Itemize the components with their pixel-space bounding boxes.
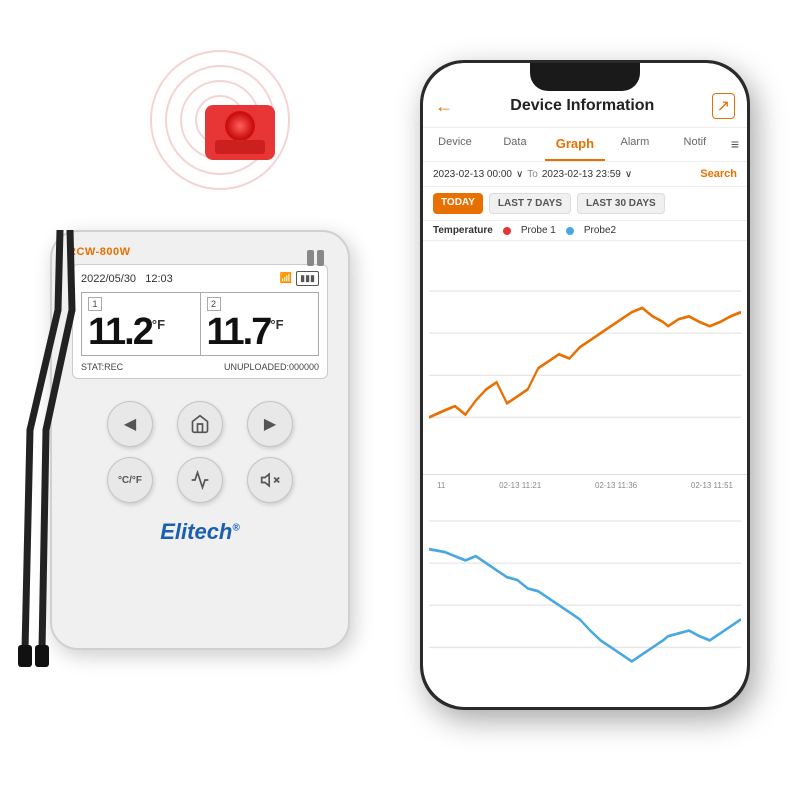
nav-data[interactable]: Data: [485, 128, 545, 161]
chart-area-top: 11 02-13 11:21 02-13 11:36 02-13 11:51: [423, 245, 747, 475]
phone-screen: ← Device Information ↗ Device Data Graph…: [423, 63, 747, 707]
btn-sound[interactable]: [247, 457, 293, 503]
date-from: 2023-02-13 00:00: [433, 169, 512, 180]
value-row-2: 11.7 °F: [207, 313, 313, 351]
legend-title: Temperature: [433, 225, 493, 236]
nav-device[interactable]: Device: [425, 128, 485, 161]
filter-today[interactable]: TODAY: [433, 193, 483, 214]
battery-icon: ▮▮▮: [296, 271, 319, 286]
nav-alarm[interactable]: Alarm: [605, 128, 665, 161]
scene: RCW-800W 2022/05/30 12:03 📶 ▮▮▮: [0, 0, 800, 800]
filter-row: TODAY LAST 7 DAYS LAST 30 DAYS: [423, 187, 747, 221]
channel2-label: 2: [207, 297, 221, 311]
app-title: Device Information: [510, 97, 654, 115]
reading-unit-2: °F: [270, 317, 283, 332]
indicator-dots: [307, 250, 324, 266]
reading-unit-1: °F: [152, 317, 165, 332]
phone-container: ← Device Information ↗ Device Data Graph…: [420, 60, 750, 710]
chart-svg-bottom: [429, 479, 741, 704]
probe1-label: Probe 1: [521, 225, 556, 236]
app-nav: Device Data Graph Alarm Notif ≡: [423, 128, 747, 162]
alarm-icon: [205, 105, 275, 160]
wifi-icon: 📶: [280, 273, 292, 284]
device-buttons: ◀ ▶ °C/°F: [107, 401, 293, 503]
dot-bar-2: [317, 250, 324, 266]
app-export-button[interactable]: ↗: [712, 93, 735, 119]
probe2-label: Probe2: [584, 225, 616, 236]
button-row-1: ◀ ▶: [107, 401, 293, 447]
legend-row: Temperature Probe 1 Probe2: [423, 221, 747, 241]
screen-icons: 📶 ▮▮▮: [280, 271, 319, 286]
btn-chart[interactable]: [177, 457, 223, 503]
reading-value-2: 11.7: [207, 313, 271, 351]
button-row-2: °C/°F: [107, 457, 293, 503]
chart-section: 11 02-13 11:21 02-13 11:36 02-13 11:51: [423, 241, 747, 707]
dot-bar-1: [307, 250, 314, 266]
alarm-base: [215, 140, 265, 154]
btn-right[interactable]: ▶: [247, 401, 293, 447]
chart-svg-top: [429, 249, 741, 474]
date-row: 2023-02-13 00:00 ∨ To 2023-02-13 23:59 ∨…: [423, 162, 747, 187]
nav-menu[interactable]: ≡: [725, 128, 745, 161]
btn-home[interactable]: [177, 401, 223, 447]
alarm-light: [225, 111, 255, 141]
app-back-button[interactable]: ←: [435, 96, 453, 117]
alert-waves: [150, 50, 290, 190]
phone-notch: [530, 63, 640, 91]
probe2-dot: [566, 227, 574, 235]
unuploaded-label: UNUPLOADED:000000: [224, 362, 319, 372]
device-brand: Elitech®: [160, 519, 240, 545]
cables: [0, 230, 120, 680]
phone-body: ← Device Information ↗ Device Data Graph…: [420, 60, 750, 710]
chart-area-bottom: 11 02-13 11:21 02-13 11:36 02-13 11:51: [423, 475, 747, 704]
date-to-value: 2023-02-13 23:59: [542, 169, 621, 180]
reading-panel-2: 2 11.7 °F: [201, 293, 319, 355]
nav-notif[interactable]: Notif: [665, 128, 725, 161]
nav-graph[interactable]: Graph: [545, 128, 605, 161]
date-to-label: To: [527, 169, 538, 180]
probe1-dot: [503, 227, 511, 235]
filter-7days[interactable]: LAST 7 DAYS: [489, 193, 571, 214]
alert-area: [130, 30, 330, 210]
search-button[interactable]: Search: [700, 168, 737, 180]
filter-30days[interactable]: LAST 30 DAYS: [577, 193, 665, 214]
